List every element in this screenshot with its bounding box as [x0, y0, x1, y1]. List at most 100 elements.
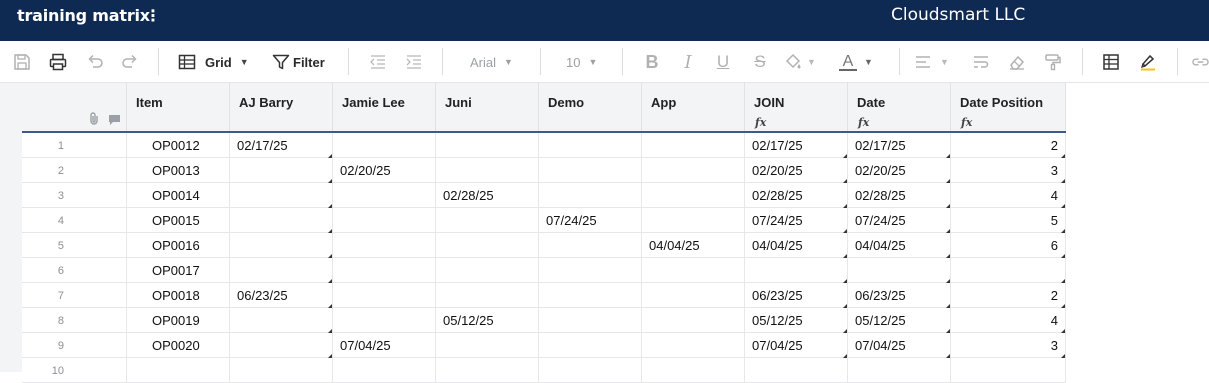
- row-number-cell[interactable]: 2: [22, 158, 127, 183]
- grid-cell[interactable]: [951, 358, 1066, 383]
- row-number-cell[interactable]: 4: [22, 208, 127, 233]
- grid-cell[interactable]: [436, 258, 539, 283]
- column-header-date-position[interactable]: Date Position fx: [951, 83, 1066, 131]
- table-row[interactable]: 7 OP0018 06/23/25 06/23/25 06/23/25 2: [22, 283, 1066, 308]
- grid-cell[interactable]: [745, 358, 848, 383]
- grid-cell[interactable]: [230, 183, 333, 208]
- grid-cell[interactable]: 02/28/25: [436, 183, 539, 208]
- grid-cell[interactable]: 02/28/25: [745, 183, 848, 208]
- row-number-cell[interactable]: 10: [22, 358, 127, 383]
- grid-cell[interactable]: 06/23/25: [745, 283, 848, 308]
- table-row[interactable]: 3 OP0014 02/28/25 02/28/25 02/28/25 4: [22, 183, 1066, 208]
- grid-cell[interactable]: [333, 358, 436, 383]
- column-header-aj-barry[interactable]: AJ Barry: [230, 83, 333, 131]
- grid-cell[interactable]: [436, 133, 539, 158]
- sheet-menu-icon[interactable]: ⋮: [145, 6, 161, 26]
- grid-cell[interactable]: 5: [951, 208, 1066, 233]
- grid-cell[interactable]: 07/04/25: [848, 333, 951, 358]
- grid-cell[interactable]: [745, 258, 848, 283]
- column-header-juni[interactable]: Juni: [436, 83, 539, 131]
- grid-cell[interactable]: OP0013: [127, 158, 230, 183]
- grid-cell[interactable]: 07/24/25: [745, 208, 848, 233]
- table-row[interactable]: 1 OP0012 02/17/25 02/17/25 02/17/25 2: [22, 133, 1066, 158]
- grid-cell[interactable]: [436, 233, 539, 258]
- grid-cell[interactable]: [333, 183, 436, 208]
- column-header-demo[interactable]: Demo: [539, 83, 642, 131]
- underline-icon[interactable]: U: [712, 50, 734, 74]
- grid-cell[interactable]: OP0020: [127, 333, 230, 358]
- table-icon[interactable]: [1100, 50, 1122, 74]
- grid-cell[interactable]: OP0016: [127, 233, 230, 258]
- grid-cell[interactable]: [539, 158, 642, 183]
- grid-cell[interactable]: [642, 258, 745, 283]
- filter-button[interactable]: Filter: [272, 50, 330, 74]
- grid-cell[interactable]: [642, 283, 745, 308]
- grid-cell[interactable]: [436, 333, 539, 358]
- grid-cell[interactable]: [230, 158, 333, 183]
- grid-cell[interactable]: 04/04/25: [848, 233, 951, 258]
- table-row[interactable]: 6 OP0017: [22, 258, 1066, 283]
- table-row[interactable]: 2 OP0013 02/20/25 02/20/25 02/20/25 3: [22, 158, 1066, 183]
- grid-cell[interactable]: [642, 158, 745, 183]
- grid-cell[interactable]: [642, 358, 745, 383]
- table-row[interactable]: 5 OP0016 04/04/25 04/04/25 04/04/25 6: [22, 233, 1066, 258]
- grid-cell[interactable]: 3: [951, 333, 1066, 358]
- grid-cell[interactable]: [230, 358, 333, 383]
- grid-cell[interactable]: [539, 333, 642, 358]
- grid-cell[interactable]: 2: [951, 133, 1066, 158]
- grid-cell[interactable]: [642, 333, 745, 358]
- link-icon[interactable]: [1192, 50, 1209, 74]
- grid-cell[interactable]: [951, 258, 1066, 283]
- grid-cell[interactable]: [539, 283, 642, 308]
- fill-color-dropdown[interactable]: ▼: [784, 50, 828, 74]
- grid-cell[interactable]: OP0012: [127, 133, 230, 158]
- grid-cell[interactable]: OP0015: [127, 208, 230, 233]
- grid-cell[interactable]: 06/23/25: [230, 283, 333, 308]
- bold-icon[interactable]: B: [641, 50, 663, 74]
- grid-cell[interactable]: [333, 258, 436, 283]
- grid-cell[interactable]: 05/12/25: [745, 308, 848, 333]
- grid-cell[interactable]: 4: [951, 183, 1066, 208]
- grid-cell[interactable]: 02/17/25: [745, 133, 848, 158]
- grid-cell[interactable]: 02/20/25: [333, 158, 436, 183]
- undo-icon[interactable]: [83, 50, 107, 74]
- save-icon[interactable]: [11, 50, 33, 74]
- grid-cell[interactable]: 05/12/25: [436, 308, 539, 333]
- format-painter-icon[interactable]: [1042, 50, 1064, 74]
- grid-cell[interactable]: 07/04/25: [333, 333, 436, 358]
- grid-cell[interactable]: 02/20/25: [848, 158, 951, 183]
- grid-cell[interactable]: [333, 233, 436, 258]
- print-icon[interactable]: [46, 50, 70, 74]
- grid-cell[interactable]: [230, 308, 333, 333]
- grid-cell[interactable]: [127, 358, 230, 383]
- column-header-app[interactable]: App: [642, 83, 745, 131]
- grid-cell[interactable]: [539, 133, 642, 158]
- clear-format-icon[interactable]: [1006, 50, 1028, 74]
- row-number-cell[interactable]: 7: [22, 283, 127, 308]
- grid-cell[interactable]: 07/24/25: [539, 208, 642, 233]
- grid-cell[interactable]: 4: [951, 308, 1066, 333]
- table-row[interactable]: 10: [22, 358, 1066, 383]
- grid-cell[interactable]: 6: [951, 233, 1066, 258]
- grid-cell[interactable]: [642, 183, 745, 208]
- grid-cell[interactable]: 3: [951, 158, 1066, 183]
- grid-cell[interactable]: [230, 233, 333, 258]
- italic-icon[interactable]: I: [677, 50, 699, 74]
- row-number-cell[interactable]: 3: [22, 183, 127, 208]
- grid-cell[interactable]: [333, 208, 436, 233]
- wrap-icon[interactable]: [970, 50, 992, 74]
- redo-icon[interactable]: [118, 50, 142, 74]
- grid-cell[interactable]: 02/17/25: [230, 133, 333, 158]
- grid-cell[interactable]: [539, 233, 642, 258]
- grid-view-dropdown[interactable]: Grid ▼: [178, 50, 256, 74]
- grid-cell[interactable]: 2: [951, 283, 1066, 308]
- grid-cell[interactable]: [436, 208, 539, 233]
- row-number-cell[interactable]: 6: [22, 258, 127, 283]
- row-number-cell[interactable]: 8: [22, 308, 127, 333]
- grid-cell[interactable]: [230, 208, 333, 233]
- grid-cell[interactable]: [642, 133, 745, 158]
- grid-cell[interactable]: 07/04/25: [745, 333, 848, 358]
- strikethrough-icon[interactable]: S: [749, 50, 771, 74]
- grid-cell[interactable]: OP0014: [127, 183, 230, 208]
- grid-cell[interactable]: [539, 258, 642, 283]
